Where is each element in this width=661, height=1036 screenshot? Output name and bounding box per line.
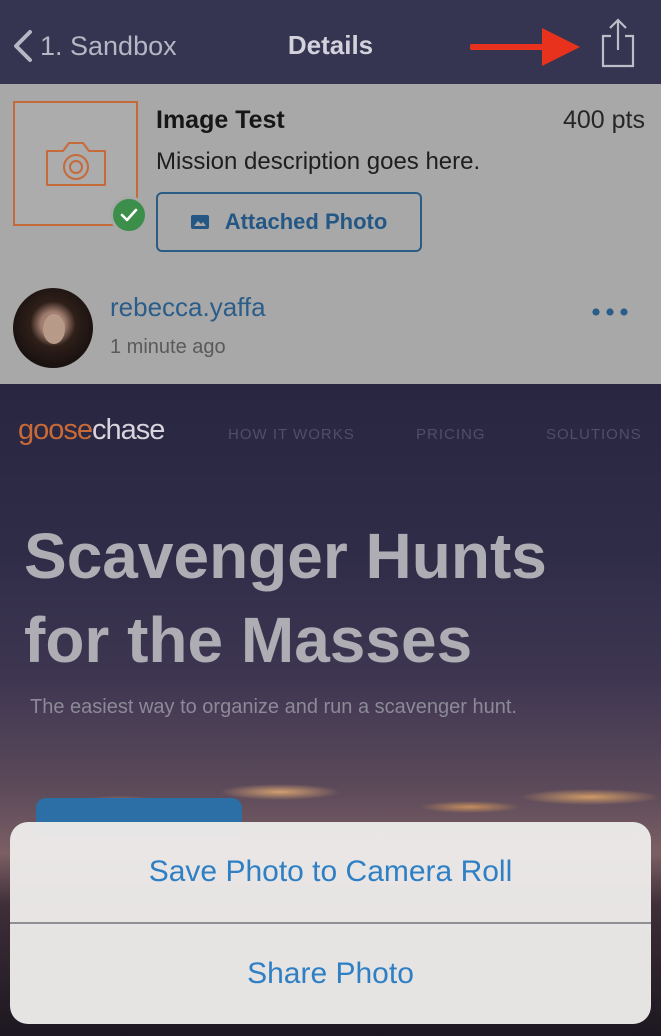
check-icon	[120, 208, 138, 222]
attached-photo-button[interactable]: Attached Photo	[156, 192, 422, 252]
photo-hero-title: Scavenger Hunts for the Masses	[24, 520, 547, 676]
photo-hero-subtitle: The easiest way to organize and run a sc…	[30, 696, 517, 718]
mission-description: Mission description goes here.	[156, 148, 481, 175]
photo-nav-item: PRICING	[416, 426, 486, 443]
mission-points: 400 pts	[562, 106, 645, 134]
image-icon	[190, 215, 209, 229]
avatar[interactable]	[13, 288, 93, 368]
photo-nav-item: SOLUTIONS	[546, 426, 642, 443]
camera-icon	[46, 142, 106, 186]
mission-card: Image Test 400 pts Mission description g…	[0, 84, 661, 384]
annotation-arrow-icon	[470, 28, 580, 66]
username-link[interactable]: rebecca.yaffa	[110, 292, 266, 323]
completed-badge	[110, 196, 148, 234]
nav-bar: 1. Sandbox Details	[0, 0, 661, 84]
save-photo-button[interactable]: Save Photo to Camera Roll	[10, 822, 651, 922]
more-options-icon[interactable]	[590, 302, 630, 322]
submission-timestamp: 1 minute ago	[110, 336, 226, 358]
share-photo-button[interactable]: Share Photo	[10, 924, 651, 1024]
action-sheet: Save Photo to Camera Roll Share Photo	[10, 822, 651, 1024]
mission-title: Image Test	[156, 106, 285, 134]
photo-nav-item: HOW IT WORKS	[228, 426, 355, 443]
share-icon[interactable]	[598, 16, 638, 70]
goosechase-logo: goosechase	[18, 414, 165, 446]
attached-photo-label: Attached Photo	[224, 209, 388, 234]
